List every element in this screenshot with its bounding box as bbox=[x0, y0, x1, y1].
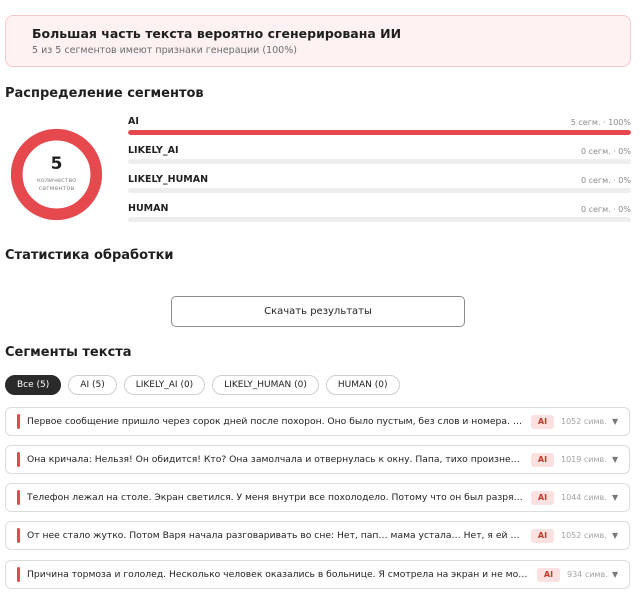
dist-label: AI bbox=[128, 116, 139, 127]
chevron-down-icon[interactable]: ▼ bbox=[612, 484, 618, 511]
segment-ai-badge: AI bbox=[531, 491, 554, 505]
segment-text: Она кричала: Нельзя! Он обидится! Кто? О… bbox=[27, 454, 524, 465]
segment-filter-bar: Все (5) AI (5) LIKELY_AI (0) LIKELY_HUMA… bbox=[5, 375, 400, 397]
dist-bar-fill bbox=[128, 130, 631, 135]
segment-row[interactable]: От нее стало жутко. Потом Варя начала ра… bbox=[5, 521, 630, 550]
dist-bar-track bbox=[128, 130, 631, 135]
filter-chip-ai[interactable]: AI (5) bbox=[68, 375, 117, 395]
filter-chip-human[interactable]: HUMAN (0) bbox=[325, 375, 400, 395]
segment-ai-badge: AI bbox=[537, 568, 560, 582]
donut-caption: количество сегментов bbox=[36, 175, 77, 192]
segment-char-count: 934 симв. bbox=[567, 570, 608, 579]
segment-char-count: 1052 симв. bbox=[561, 531, 607, 540]
dist-label: HUMAN bbox=[128, 203, 169, 214]
segment-ai-marker bbox=[17, 414, 20, 429]
dist-label: LIKELY_AI bbox=[128, 145, 179, 156]
banner-subtitle: 5 из 5 сегментов имеют признаки генераци… bbox=[32, 45, 297, 56]
dist-bar-track bbox=[128, 188, 631, 193]
segment-char-count: 1052 симв. bbox=[561, 417, 607, 426]
banner-title: Большая часть текста вероятно сгенериров… bbox=[32, 26, 402, 41]
donut-center: 5 количество сегментов bbox=[8, 126, 105, 223]
dist-stat: 5 сегм. · 100% bbox=[570, 118, 631, 127]
segment-ai-marker bbox=[17, 528, 20, 543]
segment-char-count: 1044 симв. bbox=[561, 493, 607, 502]
segment-row[interactable]: Причина тормоза и гололед. Несколько чел… bbox=[5, 560, 630, 589]
segments-title: Сегменты текста bbox=[5, 345, 132, 360]
segment-row[interactable]: Первое сообщение пришло через сорок дней… bbox=[5, 407, 630, 436]
dist-stat: 0 сегм. · 0% bbox=[580, 176, 631, 185]
chevron-down-icon[interactable]: ▼ bbox=[612, 522, 618, 549]
dist-row-likely-human: LIKELY_HUMAN 0 сегм. · 0% bbox=[128, 174, 631, 198]
distribution-title: Распределение сегментов bbox=[5, 86, 204, 101]
segment-text: От нее стало жутко. Потом Варя начала ра… bbox=[27, 530, 524, 541]
chevron-down-icon[interactable]: ▼ bbox=[612, 446, 618, 473]
dist-row-human: HUMAN 0 сегм. · 0% bbox=[128, 203, 631, 227]
dist-stat: 0 сегм. · 0% bbox=[580, 147, 631, 156]
segment-ai-marker bbox=[17, 452, 20, 467]
segment-ai-badge: AI bbox=[531, 453, 554, 467]
dist-stat: 0 сегм. · 0% bbox=[580, 205, 631, 214]
segment-row[interactable]: Телефон лежал на столе. Экран светился. … bbox=[5, 483, 630, 512]
segment-char-count: 1019 симв. bbox=[561, 455, 607, 464]
segment-text: Причина тормоза и гололед. Несколько чел… bbox=[27, 569, 529, 580]
chevron-down-icon[interactable]: ▼ bbox=[612, 408, 618, 435]
segment-row[interactable]: Она кричала: Нельзя! Он обидится! Кто? О… bbox=[5, 445, 630, 474]
dist-bar-track bbox=[128, 217, 631, 222]
filter-chip-likely-ai[interactable]: LIKELY_AI (0) bbox=[123, 375, 206, 395]
dist-row-ai: AI 5 сегм. · 100% bbox=[128, 116, 631, 140]
donut-total: 5 bbox=[50, 153, 63, 174]
processing-stats-title: Статистика обработки bbox=[5, 248, 174, 263]
dist-bar-track bbox=[128, 159, 631, 164]
segment-ai-badge: AI bbox=[531, 529, 554, 543]
download-results-button[interactable]: Скачать результаты bbox=[171, 296, 465, 327]
filter-chip-all[interactable]: Все (5) bbox=[5, 375, 62, 395]
segment-text: Телефон лежал на столе. Экран светился. … bbox=[27, 492, 524, 503]
filter-chip-likely-human[interactable]: LIKELY_HUMAN (0) bbox=[212, 375, 319, 395]
chevron-down-icon[interactable]: ▼ bbox=[612, 561, 618, 588]
ai-verdict-banner: Большая часть текста вероятно сгенериров… bbox=[5, 15, 631, 67]
segment-ai-marker bbox=[17, 567, 20, 582]
segment-ai-badge: AI bbox=[531, 415, 554, 429]
dist-row-likely-ai: LIKELY_AI 0 сегм. · 0% bbox=[128, 145, 631, 169]
dist-label: LIKELY_HUMAN bbox=[128, 174, 209, 185]
segment-text: Первое сообщение пришло через сорок дней… bbox=[27, 416, 524, 427]
segment-ai-marker bbox=[17, 490, 20, 505]
